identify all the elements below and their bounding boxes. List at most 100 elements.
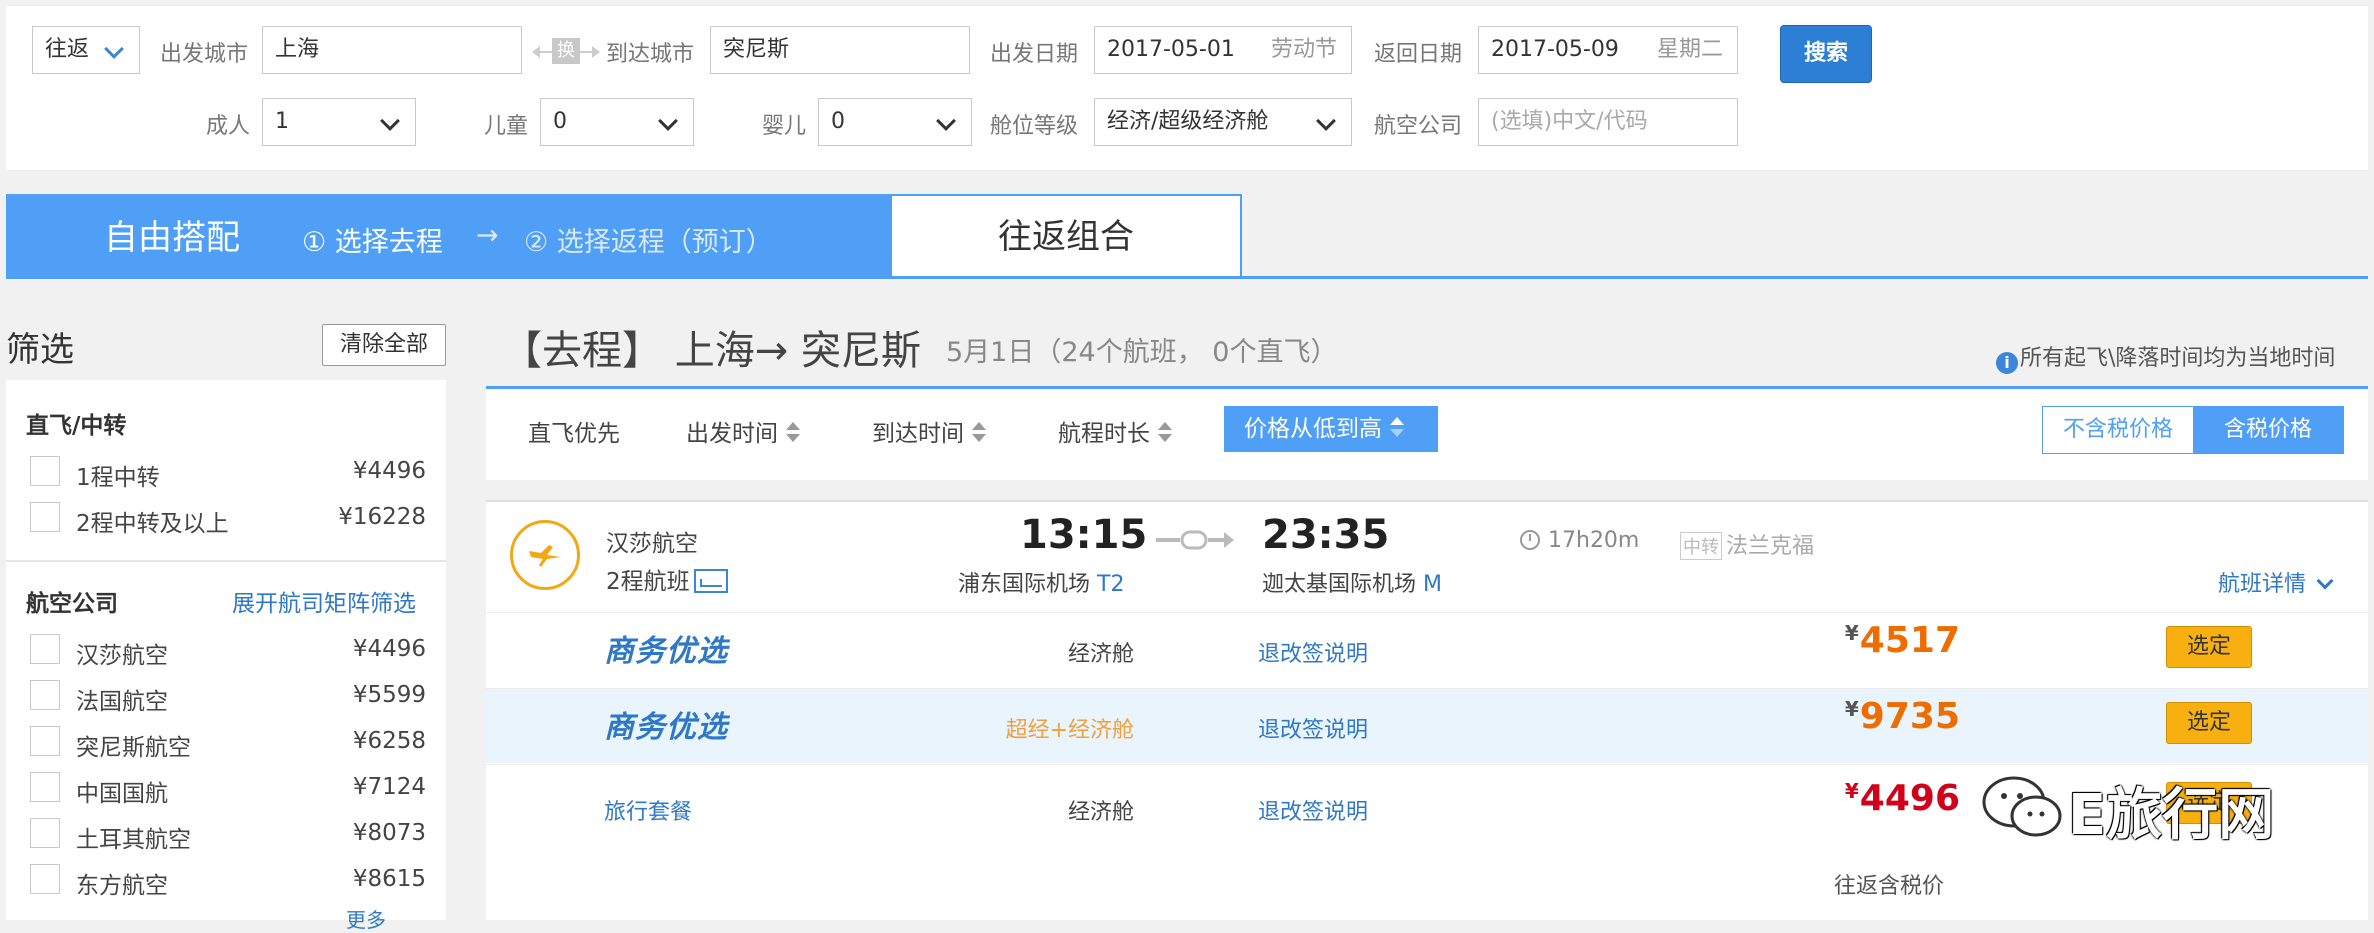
sort-depart-time[interactable]: 出发时间 bbox=[686, 414, 800, 448]
chevron-down-icon bbox=[2316, 572, 2334, 590]
cabin-select[interactable]: 经济/超级经济舱 bbox=[1094, 98, 1352, 146]
trip-type-select[interactable]: 往返 bbox=[32, 26, 140, 74]
return-date-value: 2017-05-09 bbox=[1491, 37, 1619, 62]
flight-details-link[interactable]: 航班详情 bbox=[2218, 566, 2334, 598]
transfer-info: 中转 法兰克福 bbox=[1680, 528, 1814, 560]
arrive-airport-name: 迦太基国际机场 bbox=[1262, 572, 1417, 597]
arrive-city-input[interactable]: 突尼斯 bbox=[710, 26, 970, 74]
sort-duration[interactable]: 航程时长 bbox=[1058, 414, 1172, 448]
swap-cities-button[interactable]: 换 bbox=[532, 36, 600, 66]
free-combo-label: 自由搭配 bbox=[104, 218, 240, 258]
sort-arrows-icon bbox=[1158, 422, 1172, 444]
arrive-time: 23:35 bbox=[1262, 512, 1390, 558]
clock-icon bbox=[1520, 530, 1540, 550]
filter-stops-label: 1程中转 bbox=[76, 465, 160, 491]
checkbox[interactable] bbox=[30, 818, 60, 848]
fare-rule-link[interactable]: 退改签说明 bbox=[1258, 712, 1368, 744]
fare-rule-link[interactable]: 退改签说明 bbox=[1258, 636, 1368, 668]
child-label: 儿童 bbox=[484, 114, 529, 139]
fare-rule-link[interactable]: 退改签说明 bbox=[1258, 794, 1368, 826]
checkbox[interactable] bbox=[30, 772, 60, 802]
airline-input[interactable]: (选填)中文/代码 bbox=[1478, 98, 1738, 146]
sort-arrive-time-label: 到达时间 bbox=[872, 421, 964, 447]
sort-direct-first[interactable]: 直飞优先 bbox=[528, 414, 620, 448]
info-icon: i bbox=[1996, 352, 2018, 374]
search-button[interactable]: 搜索 bbox=[1780, 25, 1872, 83]
fare-amount: 4496 bbox=[1859, 778, 1960, 819]
return-date-hint: 星期二 bbox=[1656, 37, 1723, 62]
round-combo-tab[interactable]: 往返组合 bbox=[890, 194, 1242, 278]
infant-select[interactable]: 0 bbox=[818, 98, 972, 146]
step-arrow: → bbox=[476, 220, 499, 251]
airline-name: 汉莎航空 bbox=[606, 531, 698, 557]
infant-label: 婴儿 bbox=[762, 114, 807, 139]
checkbox[interactable] bbox=[30, 680, 60, 710]
fare-currency: ¥ bbox=[1844, 697, 1859, 721]
depart-airport-name: 浦东国际机场 bbox=[958, 572, 1091, 597]
chevron-down-icon bbox=[1316, 111, 1336, 131]
return-date-input[interactable]: 2017-05-09 星期二 bbox=[1478, 26, 1738, 74]
select-fare-button[interactable]: 选定 bbox=[2166, 702, 2252, 744]
fare-cabin: 经济舱 bbox=[1067, 642, 1134, 667]
fare-row bbox=[486, 612, 2368, 687]
checkbox[interactable] bbox=[30, 456, 60, 486]
depart-city-label: 出发城市 bbox=[160, 42, 249, 67]
sort-duration-label: 航程时长 bbox=[1058, 421, 1150, 447]
adult-value: 1 bbox=[275, 109, 289, 134]
chevron-down-icon bbox=[380, 111, 400, 131]
transfer-city: 法兰克福 bbox=[1726, 534, 1815, 559]
filter-divider bbox=[6, 560, 446, 562]
flight-route-arrow-icon bbox=[1156, 530, 1234, 550]
depart-date-input[interactable]: 2017-05-01 劳动节 bbox=[1094, 26, 1352, 74]
fare-amount: 9735 bbox=[1859, 696, 1960, 737]
clear-all-button[interactable]: 清除全部 bbox=[322, 324, 446, 366]
adult-select[interactable]: 1 bbox=[262, 98, 416, 146]
segment-info-icon[interactable] bbox=[693, 569, 728, 593]
depart-terminal: T2 bbox=[1097, 572, 1125, 597]
stops-heading: 直飞/中转 bbox=[26, 413, 127, 439]
depart-airport: 浦东国际机场 T2 bbox=[958, 566, 1124, 598]
checkbox[interactable] bbox=[30, 864, 60, 894]
tax-incl-option[interactable]: 含税价格 bbox=[2193, 407, 2343, 453]
checkbox[interactable] bbox=[30, 634, 60, 664]
filter-stops-price: ¥4496 bbox=[352, 458, 426, 484]
chevron-down-icon bbox=[658, 111, 678, 131]
timezone-note-text: 所有起飞\降落时间均为当地时间 bbox=[2020, 346, 2336, 371]
airline-matrix-link[interactable]: 展开航司矩阵筛选 bbox=[232, 584, 416, 618]
chevron-down-icon bbox=[104, 39, 124, 59]
tax-excl-option[interactable]: 不含税价格 bbox=[2043, 407, 2193, 453]
depart-date-label: 出发日期 bbox=[990, 42, 1079, 67]
checkbox[interactable] bbox=[30, 726, 60, 756]
filter-airline-label: 东方航空 bbox=[76, 873, 168, 899]
return-date-label: 返回日期 bbox=[1374, 42, 1463, 67]
step-select-outbound: ① 选择去程 bbox=[302, 227, 443, 258]
flight-duration: 17h20m bbox=[1520, 528, 1639, 553]
filter-airline-price: ¥8073 bbox=[352, 820, 426, 846]
swap-icon: 换 bbox=[552, 38, 580, 64]
filter-stops-price: ¥16228 bbox=[338, 504, 426, 530]
depart-date-hint: 劳动节 bbox=[1270, 37, 1337, 62]
cabin-value: 经济/超级经济舱 bbox=[1107, 109, 1269, 134]
arrive-airport: 迦太基国际机场 M bbox=[1262, 566, 1442, 598]
sort-arrows-icon bbox=[786, 422, 800, 444]
checkbox[interactable] bbox=[30, 502, 60, 532]
arrow-right-icon bbox=[592, 46, 600, 58]
more-airlines-link[interactable]: 更多 bbox=[346, 904, 386, 933]
fare-brand: 商务优选 bbox=[604, 710, 728, 745]
sort-price-active[interactable]: 价格从低到高 bbox=[1224, 406, 1438, 452]
select-fare-button[interactable]: 选定 bbox=[2166, 626, 2252, 668]
fare-package-link[interactable]: 旅行套餐 bbox=[604, 794, 692, 826]
depart-city-input[interactable]: 上海 bbox=[262, 26, 522, 74]
filter-airline-label: 突尼斯航空 bbox=[76, 735, 191, 761]
sort-arrive-time[interactable]: 到达时间 bbox=[872, 414, 986, 448]
crane-icon bbox=[529, 545, 561, 567]
fare-price: ¥4496 bbox=[1800, 778, 1960, 819]
fare-amount: 4517 bbox=[1859, 620, 1960, 661]
child-select[interactable]: 0 bbox=[540, 98, 694, 146]
fare-row bbox=[486, 688, 2368, 763]
flight-duration-text: 17h20m bbox=[1548, 528, 1640, 553]
watermark-text: E旅行网 bbox=[2068, 783, 2275, 848]
airline-heading: 航空公司 bbox=[26, 591, 118, 617]
airline-label: 航空公司 bbox=[1374, 114, 1463, 139]
fare-brand: 商务优选 bbox=[604, 634, 728, 669]
